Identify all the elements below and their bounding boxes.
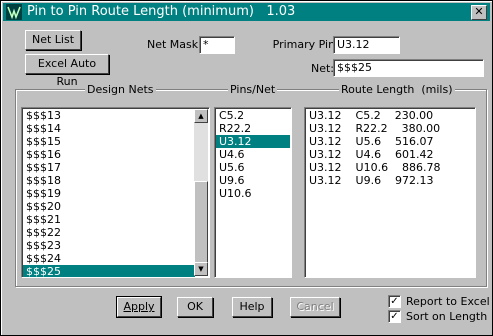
design-nets-list[interactable]: $$$13 $$$14 $$$15 $$$16 $$$17 $$$18 $$$19 $$$20…: [21, 107, 210, 278]
list-item[interactable]: U5.6: [216, 161, 290, 174]
list-item[interactable]: U3.12 U5.6 516.07: [306, 135, 474, 148]
list-item[interactable]: U3.12 U10.6 886.78: [306, 161, 474, 174]
list-item[interactable]: U3.12 C5.2 230.00: [306, 109, 474, 122]
list-item[interactable]: $$$18: [23, 174, 195, 187]
report-to-excel-checkbox[interactable]: ✓ Report to Excel: [388, 295, 490, 308]
close-button[interactable]: ✕: [471, 5, 487, 20]
list-item[interactable]: C5.2: [216, 109, 290, 122]
design-nets-items: $$$13 $$$14 $$$15 $$$16 $$$17 $$$18 $$$19 $$$20…: [23, 109, 195, 277]
list-item[interactable]: $$$22: [23, 226, 195, 239]
route-length-list[interactable]: U3.12 C5.2 230.00 U3.12 R22.2 380.00 U3.12…: [304, 107, 476, 278]
scroll-up-arrow-icon[interactable]: ▲: [194, 109, 208, 123]
net-list-button-label: Net List: [31, 33, 75, 46]
sort-on-length-checkbox[interactable]: ✓ Sort on Length: [388, 310, 487, 323]
list-item[interactable]: $$$20: [23, 200, 195, 213]
primary-pin-label-text: Primary Pin: [272, 38, 336, 51]
scroll-thumb[interactable]: [194, 181, 208, 265]
ok-button-label: OK: [187, 300, 203, 313]
window-title: Pin to Pin Route Length (minimum) 1.03: [27, 4, 296, 19]
sort-on-length-label: Sort on Length: [406, 310, 488, 323]
list-item[interactable]: $$$15: [23, 135, 195, 148]
pins-net-items: C5.2 R22.2 U3.12 U4.6 U5.6 U9.6 U10.6: [216, 109, 290, 200]
primary-pin-input[interactable]: U3.12: [333, 36, 400, 54]
net-input[interactable]: $$$25: [333, 59, 484, 77]
list-item[interactable]: $$$14: [23, 122, 195, 135]
pins-net-heading: Pins/Net: [228, 83, 278, 96]
net-list-button[interactable]: Net List: [25, 30, 81, 50]
list-item[interactable]: U10.6: [216, 187, 290, 200]
list-item[interactable]: U3.12 U9.6 972.13: [306, 174, 474, 187]
list-item[interactable]: U3.12 R22.2 380.00: [306, 122, 474, 135]
help-button[interactable]: Help: [232, 297, 272, 317]
route-length-heading: Route Length (mils): [339, 83, 455, 96]
list-item[interactable]: U9.6: [216, 174, 290, 187]
ok-button[interactable]: OK: [177, 297, 213, 317]
design-nets-scrollbar[interactable]: ▲ ▼: [194, 109, 208, 276]
list-item[interactable]: U3.12: [216, 135, 290, 148]
list-item[interactable]: $$$21: [23, 213, 195, 226]
report-to-excel-label: Report to Excel: [406, 295, 490, 308]
report-to-excel-check-icon[interactable]: ✓: [388, 295, 401, 308]
list-item[interactable]: U3.12 U4.6 601.42: [306, 148, 474, 161]
list-item[interactable]: U4.6: [216, 148, 290, 161]
list-item[interactable]: $$$16: [23, 148, 195, 161]
list-item[interactable]: $$$24: [23, 252, 195, 265]
title-bar[interactable]: Pin to Pin Route Length (minimum) 1.03 ✕: [3, 3, 490, 21]
net-label: Net:: [311, 62, 335, 75]
primary-pin-label: PPrimary Pin: [272, 38, 336, 51]
list-item[interactable]: $$$25: [23, 265, 195, 277]
list-item[interactable]: $$$17: [23, 161, 195, 174]
list-item[interactable]: $$$23: [23, 239, 195, 252]
router-app-icon: [6, 4, 22, 20]
help-button-label: Help: [239, 300, 265, 313]
apply-button-label: Apply: [123, 300, 155, 313]
net-mask-input[interactable]: *: [199, 36, 235, 54]
cancel-button[interactable]: Cancel: [290, 297, 340, 317]
apply-button[interactable]: Apply: [116, 296, 162, 318]
list-item[interactable]: $$$13: [23, 109, 195, 122]
scroll-down-arrow-icon[interactable]: ▼: [194, 262, 208, 276]
list-item[interactable]: R22.2: [216, 122, 290, 135]
design-nets-heading: Design Nets: [85, 83, 156, 96]
net-mask-label: Net Mask: [147, 38, 199, 51]
route-length-items: U3.12 C5.2 230.00 U3.12 R22.2 380.00 U3.12…: [306, 109, 474, 187]
excel-auto-run-button[interactable]: Excel Auto Run: [25, 54, 109, 88]
cancel-button-label: Cancel: [296, 300, 334, 313]
dialog-window: Pin to Pin Route Length (minimum) 1.03 ✕…: [0, 0, 493, 336]
pins-net-list[interactable]: C5.2 R22.2 U3.12 U4.6 U5.6 U9.6 U10.6: [214, 107, 292, 278]
sort-on-length-check-icon[interactable]: ✓: [388, 310, 401, 323]
list-item[interactable]: $$$19: [23, 187, 195, 200]
close-icon: ✕: [474, 5, 484, 18]
